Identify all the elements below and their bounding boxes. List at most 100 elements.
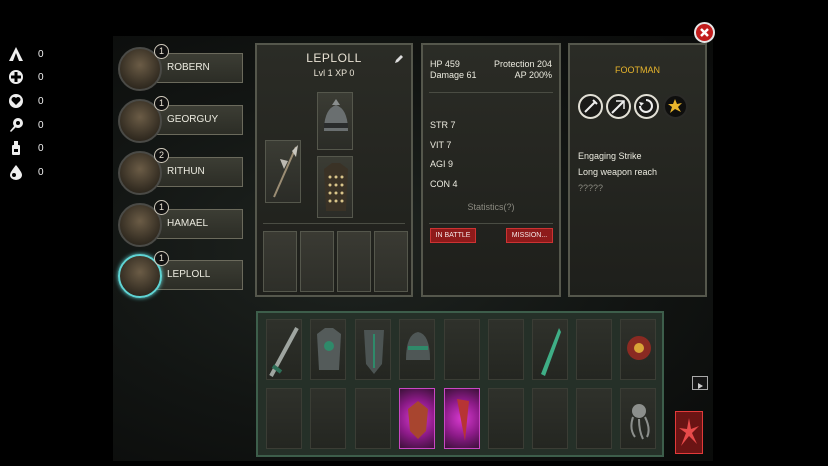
- gem-trinket-icon: [408, 401, 428, 439]
- inventory-slot[interactable]: [488, 388, 524, 449]
- stat-damage: Damage 61: [430, 70, 477, 80]
- chainmail-icon: [324, 163, 348, 211]
- resource-tents: 0: [8, 44, 44, 64]
- bottle-icon: [12, 141, 20, 155]
- resource-count: 0: [38, 166, 44, 178]
- skill-slot[interactable]: [606, 94, 631, 119]
- hero-name-plate: HAMAEL: [154, 209, 243, 239]
- divider: [429, 223, 553, 224]
- inventory-slot[interactable]: [266, 388, 302, 449]
- trinket-slot[interactable]: [337, 231, 371, 292]
- torch-icon: [10, 118, 23, 132]
- inventory-slot[interactable]: [355, 388, 391, 449]
- stat-con: CON 4: [430, 179, 458, 189]
- hero-roster-robern[interactable]: 1 ROBERN: [118, 44, 244, 91]
- class-title: FOOTMAN: [615, 65, 660, 75]
- resource-bottles: 0: [8, 138, 44, 158]
- resource-count: 0: [38, 119, 44, 131]
- resource-count: 0: [38, 142, 44, 154]
- skill-description: Long weapon reach: [578, 167, 658, 177]
- resource-count: 0: [38, 95, 44, 107]
- fang-trinket-icon: [457, 399, 469, 441]
- equipment-panel: LEPLOLL Lvl 1 XP 0: [255, 43, 413, 297]
- next-page-button[interactable]: [692, 376, 708, 390]
- divider: [429, 92, 553, 93]
- inventory-slot[interactable]: [532, 319, 568, 380]
- class-panel: FOOTMAN Engaging Strike Long weapon reac…: [568, 43, 707, 297]
- skill-slot[interactable]: [578, 94, 603, 119]
- discard-button[interactable]: [675, 411, 703, 454]
- armor-item-icon: [317, 328, 341, 370]
- inventory-slot[interactable]: [266, 319, 302, 380]
- stats-panel: HP 459 Protection 204 Damage 61 AP 200% …: [421, 43, 561, 297]
- helmet-slot[interactable]: [317, 92, 353, 150]
- pencil-icon[interactable]: [393, 53, 405, 65]
- trinket-slot[interactable]: [263, 231, 297, 292]
- selected-hero-name: LEPLOLL: [306, 51, 362, 65]
- dagger-item-icon: [541, 328, 561, 376]
- hero-roster-leploll[interactable]: 1 LEPLOLL: [118, 251, 244, 298]
- helmet-item-icon: [406, 332, 430, 360]
- inventory-slot[interactable]: [444, 319, 480, 380]
- resource-count: 0: [38, 71, 44, 83]
- burst-skill-icon: [668, 99, 682, 113]
- trinket-slot[interactable]: [374, 231, 408, 292]
- armor-slot[interactable]: [317, 156, 353, 218]
- inventory-grid: [256, 311, 664, 457]
- weapon-slot[interactable]: [265, 140, 301, 203]
- hero-name-plate: RITHUN: [154, 157, 243, 187]
- statistics-link[interactable]: Statistics(?): [423, 202, 559, 212]
- hero-level-badge: 1: [154, 96, 169, 111]
- inventory-slot[interactable]: [576, 388, 612, 449]
- strike-skill-icon: [611, 100, 625, 114]
- skill-extra: ?????: [578, 183, 604, 193]
- stat-agi: AGI 9: [430, 159, 454, 169]
- skill-slot[interactable]: [634, 94, 659, 119]
- in-battle-button[interactable]: IN BATTLE: [430, 228, 476, 243]
- inventory-slot[interactable]: [444, 388, 480, 449]
- stat-protection: Protection 204: [493, 59, 552, 69]
- selected-hero-level: Lvl 1 XP 0: [313, 68, 355, 78]
- helmet-icon: [324, 99, 348, 131]
- heart-icon: [9, 94, 23, 108]
- inventory-slot[interactable]: [488, 319, 524, 380]
- inventory-slot[interactable]: [620, 388, 656, 449]
- mission-button[interactable]: MISSION...: [506, 228, 553, 243]
- close-button[interactable]: [694, 22, 715, 43]
- hero-name-plate: ROBERN: [154, 53, 243, 83]
- tent-icon: [9, 47, 23, 61]
- stat-vit: VIT 7: [430, 140, 452, 150]
- hero-roster-rithun[interactable]: 2 RITHUN: [118, 148, 244, 195]
- hero-level-badge: 1: [154, 200, 169, 215]
- inventory-slot[interactable]: [399, 388, 435, 449]
- sword-skill-icon: [584, 99, 598, 113]
- divider: [263, 223, 405, 224]
- inventory-slot[interactable]: [532, 388, 568, 449]
- inventory-slot[interactable]: [620, 319, 656, 380]
- flower-trinket-icon: [627, 336, 651, 360]
- skill-slot[interactable]: [663, 94, 688, 119]
- sword-item-icon: [269, 327, 299, 377]
- hero-level-badge: 1: [154, 251, 169, 266]
- play-arrow-icon: [698, 383, 703, 389]
- inventory-slot[interactable]: [310, 388, 346, 449]
- inventory-slot[interactable]: [576, 319, 612, 380]
- shield-item-icon: [364, 330, 384, 374]
- skill-name: Engaging Strike: [578, 151, 642, 161]
- inventory-slot[interactable]: [399, 319, 435, 380]
- blood-drop-icon: [10, 165, 22, 180]
- hero-name-plate: GEORGUY: [154, 105, 243, 135]
- resource-medical: 0: [8, 67, 44, 87]
- trinket-slot[interactable]: [300, 231, 334, 292]
- resource-torches: 0: [8, 115, 44, 135]
- resource-blood: 0: [8, 162, 44, 182]
- hero-roster-hamael[interactable]: 1 HAMAEL: [118, 200, 244, 247]
- tentacle-trinket-icon: [630, 404, 650, 440]
- inventory-slot[interactable]: [355, 319, 391, 380]
- stat-str: STR 7: [430, 120, 456, 130]
- hero-roster-georguy[interactable]: 1 GEORGUY: [118, 96, 244, 143]
- hero-level-badge: 2: [154, 148, 169, 163]
- halberd-icon: [273, 145, 298, 198]
- inventory-slot[interactable]: [310, 319, 346, 380]
- shatter-icon: [679, 418, 699, 446]
